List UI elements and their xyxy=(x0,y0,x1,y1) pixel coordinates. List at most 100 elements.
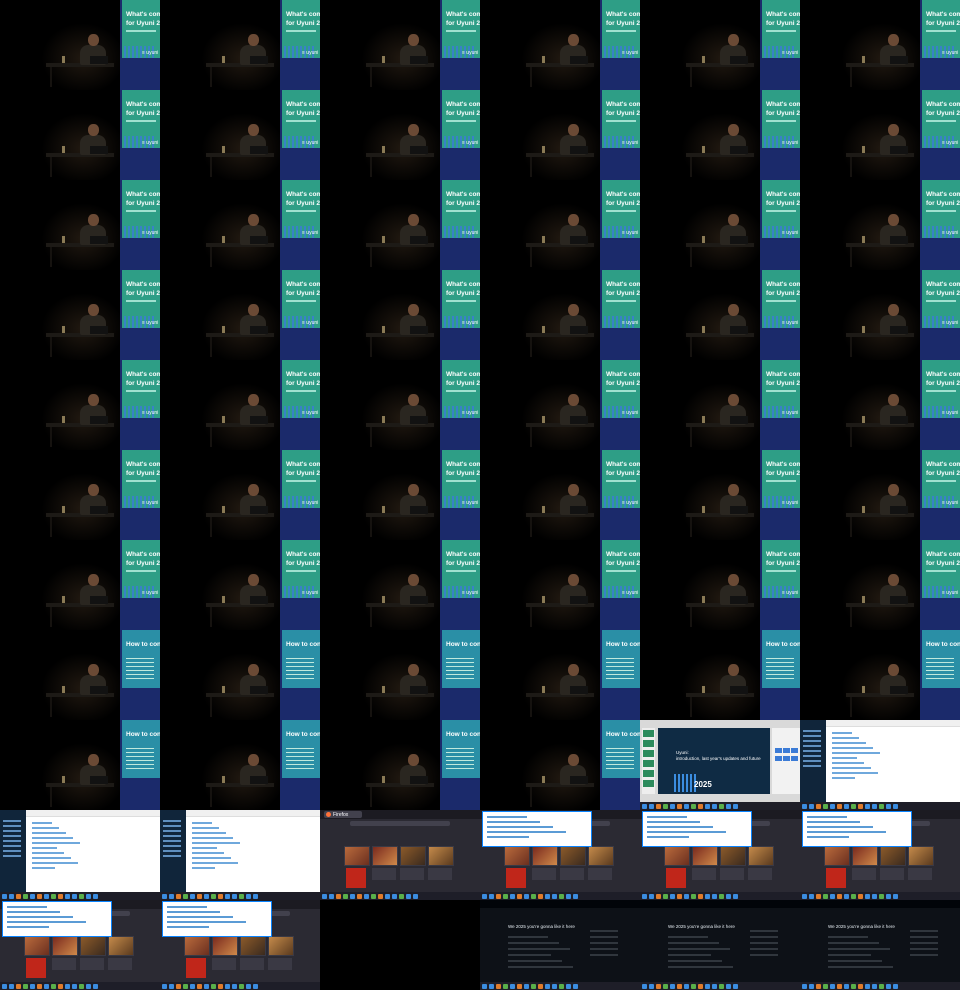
dropdown-row xyxy=(647,821,700,823)
dark-webpage-frame: We 2025 you're gonna like it here xyxy=(480,900,640,990)
taskbar-app-icon xyxy=(865,803,870,809)
slide-bullets xyxy=(926,658,954,680)
layout-option xyxy=(775,756,782,761)
content-link xyxy=(32,867,55,869)
content-link xyxy=(192,822,212,824)
slide-bullets xyxy=(446,658,474,680)
content-line xyxy=(668,942,719,944)
speaker-head xyxy=(248,124,259,136)
slide-title-line1: What's comi xyxy=(446,551,480,558)
talk-frame: How to contri xyxy=(0,720,160,810)
taskbar-app-icon xyxy=(656,983,661,989)
lectern-leg xyxy=(210,67,212,87)
water-bottle xyxy=(382,776,385,783)
slide-subtitle xyxy=(126,30,156,32)
water-bottle xyxy=(382,686,385,693)
projected-slide: How to contri xyxy=(760,630,800,720)
sidebar-item xyxy=(803,740,821,742)
slide-thumb xyxy=(643,750,654,757)
uyuni-logo: ≡ uyuni xyxy=(622,590,639,596)
lectern-leg xyxy=(690,157,692,177)
taskbar-app-icon xyxy=(364,893,369,899)
taskbar-app-icon xyxy=(176,983,181,989)
taskbar-app-icon xyxy=(169,983,174,989)
content-link xyxy=(32,822,52,824)
dropdown-row xyxy=(807,826,873,828)
slide-title-line2: for Uyuni 20 xyxy=(606,470,640,477)
taskbar-app-icon xyxy=(726,803,731,809)
slide-title-line1: What's comi xyxy=(766,191,800,198)
taskbar-app-icon xyxy=(183,983,188,989)
projected-slide: What's comi for Uyuni 20 ≡ uyuni xyxy=(280,180,320,270)
slide-title-line2: for Uyuni 20 xyxy=(606,20,640,27)
red-logo-tile xyxy=(826,868,846,888)
taskbar-app-icon xyxy=(830,803,835,809)
side-line xyxy=(750,948,778,950)
content-link xyxy=(192,827,219,829)
side-line xyxy=(910,948,938,950)
content-link xyxy=(192,837,233,839)
water-bottle xyxy=(862,326,865,333)
projected-slide: What's comi for Uyuni 20 ≡ uyuni xyxy=(920,270,960,360)
slide-title-line1: What's comi xyxy=(766,281,800,288)
slide-title-line2: for Uyuni 20 xyxy=(446,20,480,27)
lectern-leg xyxy=(530,607,532,627)
sidebar-item xyxy=(803,730,821,732)
taskbar-app-icon xyxy=(837,803,842,809)
laptop xyxy=(890,596,908,604)
slide-title-line2: for Uyuni 20 xyxy=(766,380,800,387)
slide-title-line1: What's comi xyxy=(126,551,160,558)
news-card xyxy=(268,958,292,970)
contact-sheet-grid: What's comifor Uyuni 20≡ uyuniWhat's com… xyxy=(0,0,960,990)
taskbar-app-icon xyxy=(37,983,42,989)
speaker-head xyxy=(408,574,419,586)
slide-title-line2: for Uyuni 20 xyxy=(926,200,960,207)
side-line xyxy=(590,936,618,938)
taskbar-app-icon xyxy=(37,893,42,899)
projected-slide: What's comi for Uyuni 20 ≡ uyuni xyxy=(440,180,480,270)
taskbar xyxy=(480,892,640,900)
dropdown-row xyxy=(167,911,220,913)
talk-frame: What's comi for Uyuni 20 ≡ uyuni xyxy=(480,540,640,630)
projected-slide: What's comi for Uyuni 20 ≡ uyuni xyxy=(440,90,480,180)
slide-title-line2: for Uyuni 20 xyxy=(606,110,640,117)
water-bottle xyxy=(542,596,545,603)
speaker-head xyxy=(728,664,739,676)
laptop xyxy=(730,686,748,694)
web-admin-frame xyxy=(0,810,160,900)
water-bottle xyxy=(382,416,385,423)
speaker-head xyxy=(248,574,259,586)
slide-subtitle xyxy=(286,210,316,212)
dropdown-row xyxy=(7,916,73,918)
talk-frame: What's comi for Uyuni 20 ≡ uyuni xyxy=(800,360,960,450)
slide-title-line1: What's comi xyxy=(286,551,320,558)
news-card xyxy=(532,868,556,880)
admin-topbar xyxy=(186,810,320,817)
uyuni-logo: ≡ uyuni xyxy=(302,320,319,326)
taskbar-app-icon xyxy=(503,983,508,989)
slide-subtitle xyxy=(766,570,796,572)
slide-subtitle xyxy=(926,570,956,572)
lectern-leg xyxy=(530,247,532,267)
side-line xyxy=(590,954,618,956)
water-bottle xyxy=(702,236,705,243)
talk-frame: How to contri xyxy=(320,720,480,810)
dropdown-row xyxy=(487,816,527,818)
uyuni-logo: ≡ uyuni xyxy=(622,50,639,56)
slide-subtitle xyxy=(446,300,476,302)
taskbar-app-icon xyxy=(30,983,35,989)
laptop xyxy=(90,686,108,694)
taskbar-app-icon xyxy=(802,983,807,989)
water-bottle xyxy=(702,146,705,153)
talk-frame: What's comi for Uyuni 20 ≡ uyuni xyxy=(320,270,480,360)
talk-frame: What's comi for Uyuni 20 ≡ uyuni xyxy=(640,450,800,540)
speaker-head xyxy=(408,394,419,406)
dropdown-panel xyxy=(642,811,752,847)
projected-slide: What's comi for Uyuni 20 ≡ uyuni xyxy=(760,90,800,180)
lectern-leg xyxy=(210,157,212,177)
speaker-head xyxy=(408,304,419,316)
uyuni-logo: ≡ uyuni xyxy=(302,590,319,596)
slide-title-line1: What's comi xyxy=(286,461,320,468)
slide-title-line2: for Uyuni 20 xyxy=(606,560,640,567)
slide-subtitle xyxy=(766,480,796,482)
